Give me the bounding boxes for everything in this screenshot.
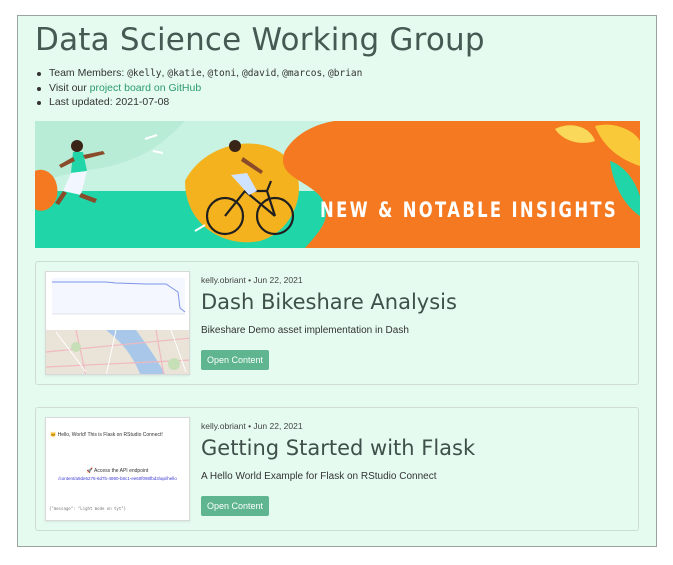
flask-preview-api-label: 🚀 Access the API endpoint bbox=[86, 468, 149, 474]
last-updated-item: Last updated: 2021-07-08 bbox=[36, 95, 362, 110]
insights-banner: NEW & NOTABLE INSIGHTS bbox=[35, 121, 640, 248]
open-content-button[interactable]: Open Content bbox=[201, 350, 270, 370]
flask-preview-api-link: /content/a9de5276-6d7b-4890-b8c1-ee60f09… bbox=[58, 476, 177, 481]
bikeshare-preview-image bbox=[46, 272, 189, 374]
team-members-label: Team Members: bbox=[49, 67, 128, 79]
content-card-dash-bikeshare: kelly.obriant • Jun 22, 2021 Dash Bikesh… bbox=[35, 261, 639, 385]
content-card-flask: 🐱 Hello, World! This is Flask on RStudio… bbox=[35, 407, 639, 531]
member-david: @david bbox=[241, 68, 277, 79]
team-members-item: Team Members: @kelly, @katie, @toni, @da… bbox=[36, 67, 363, 79]
member-marcos: @marcos bbox=[282, 68, 323, 79]
flask-preview-code: {"message": "Light mode on tyt"} bbox=[49, 506, 127, 511]
card-description: Bikeshare Demo asset implementation in D… bbox=[201, 325, 409, 336]
banner-headline: NEW & NOTABLE INSIGHTS bbox=[320, 198, 618, 222]
page-container: Data Science Working Group Team Members:… bbox=[17, 15, 657, 547]
page-title: Data Science Working Group bbox=[35, 22, 485, 58]
dash-bikeshare-thumbnail bbox=[45, 271, 190, 375]
open-content-button[interactable]: Open Content bbox=[201, 496, 270, 516]
project-board-item: Visit our project board on GitHub bbox=[36, 81, 362, 96]
visit-prefix: Visit our bbox=[49, 81, 90, 94]
banner-illustration bbox=[35, 121, 640, 248]
card-title[interactable]: Getting Started with Flask bbox=[201, 436, 475, 460]
project-board-link[interactable]: project board on GitHub bbox=[90, 82, 201, 94]
flask-thumbnail: 🐱 Hello, World! This is Flask on RStudio… bbox=[45, 417, 190, 521]
card-title[interactable]: Dash Bikeshare Analysis bbox=[201, 290, 457, 314]
member-kelly: @kelly bbox=[127, 68, 162, 79]
card-description: A Hello World Example for Flask on RStud… bbox=[201, 471, 437, 482]
info-list: Team Members: @kelly, @katie, @toni, @da… bbox=[36, 66, 363, 110]
card-author-date: kelly.obriant • Jun 22, 2021 bbox=[201, 421, 303, 431]
card-author-date: kelly.obriant • Jun 22, 2021 bbox=[201, 275, 303, 285]
member-brian: @brian bbox=[328, 68, 363, 79]
flask-preview-heading: 🐱 Hello, World! This is Flask on RStudio… bbox=[50, 432, 163, 438]
member-katie: @katie bbox=[167, 68, 202, 79]
member-toni: @toni bbox=[207, 68, 237, 79]
